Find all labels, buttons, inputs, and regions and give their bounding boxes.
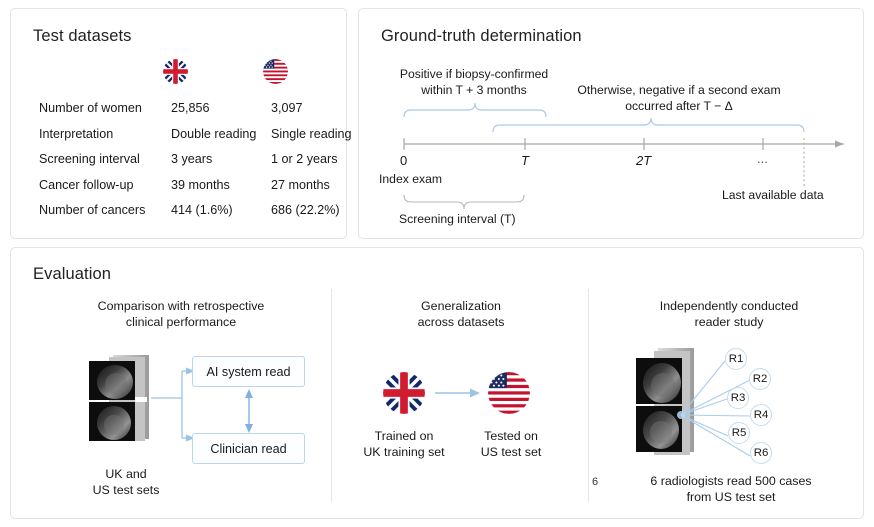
reader-label: R6	[754, 447, 769, 459]
row-uk-value: 414 (1.6%)	[171, 203, 233, 217]
page-number: 6	[592, 476, 598, 488]
ground-truth-panel: Ground-truth determination Positive if b…	[358, 8, 864, 239]
reader-circle-r4: R4	[750, 404, 772, 426]
test-datasets-title: Test datasets	[33, 27, 132, 46]
axis-tick-label-ellipsis: ...	[757, 151, 768, 166]
reader-label: R3	[731, 392, 746, 404]
row-label: Number of cancers	[39, 203, 145, 217]
row-us-value: 3,097	[271, 101, 303, 115]
axis-tick-label-T: T	[521, 153, 529, 168]
index-exam-label: Index exam	[379, 172, 442, 186]
reader-circle-r2: R2	[749, 368, 771, 390]
row-uk-value: 25,856	[171, 101, 210, 115]
reader-circle-r1: R1	[725, 348, 747, 370]
reader-circle-r6: R6	[750, 442, 772, 464]
reader-label: R2	[753, 373, 768, 385]
row-us-value: Single reading	[271, 127, 352, 141]
uk-flag-icon	[163, 59, 188, 84]
axis-tick-label-2T: 2T	[636, 153, 651, 168]
reader-study-caption-line1: 6 radiologists read 500 cases	[606, 473, 856, 490]
timeline-graphic	[359, 9, 865, 240]
test-datasets-panel: Test datasets	[10, 8, 347, 239]
row-uk-value: Double reading	[171, 127, 256, 141]
negative-window-brace	[493, 118, 804, 132]
evaluation-panel: Evaluation Comparison with retrospective…	[10, 247, 864, 519]
row-uk-value: 3 years	[171, 152, 212, 166]
row-us-value: 1 or 2 years	[271, 152, 338, 166]
row-uk-value: 39 months	[171, 178, 230, 192]
reader-label: R5	[732, 427, 747, 439]
row-label: Screening interval	[39, 152, 140, 166]
screening-interval-brace	[404, 195, 524, 209]
reader-circle-r5: R5	[728, 422, 750, 444]
reader-study-caption-line2: from US test set	[606, 489, 856, 506]
last-available-data-label: Last available data	[722, 188, 824, 202]
screening-interval-label: Screening interval (T)	[399, 212, 516, 226]
reader-label: R1	[729, 353, 744, 365]
positive-window-brace	[404, 103, 546, 117]
axis-tick-label-0: 0	[400, 153, 407, 168]
row-label: Interpretation	[39, 127, 113, 141]
row-us-value: 686 (22.2%)	[271, 203, 340, 217]
row-label: Number of women	[39, 101, 142, 115]
row-us-value: 27 months	[271, 178, 330, 192]
us-flag-icon	[263, 59, 288, 84]
axis-arrowhead	[835, 141, 844, 148]
reader-label: R4	[754, 409, 769, 421]
row-label: Cancer follow-up	[39, 178, 134, 192]
reader-circle-r3: R3	[727, 387, 749, 409]
